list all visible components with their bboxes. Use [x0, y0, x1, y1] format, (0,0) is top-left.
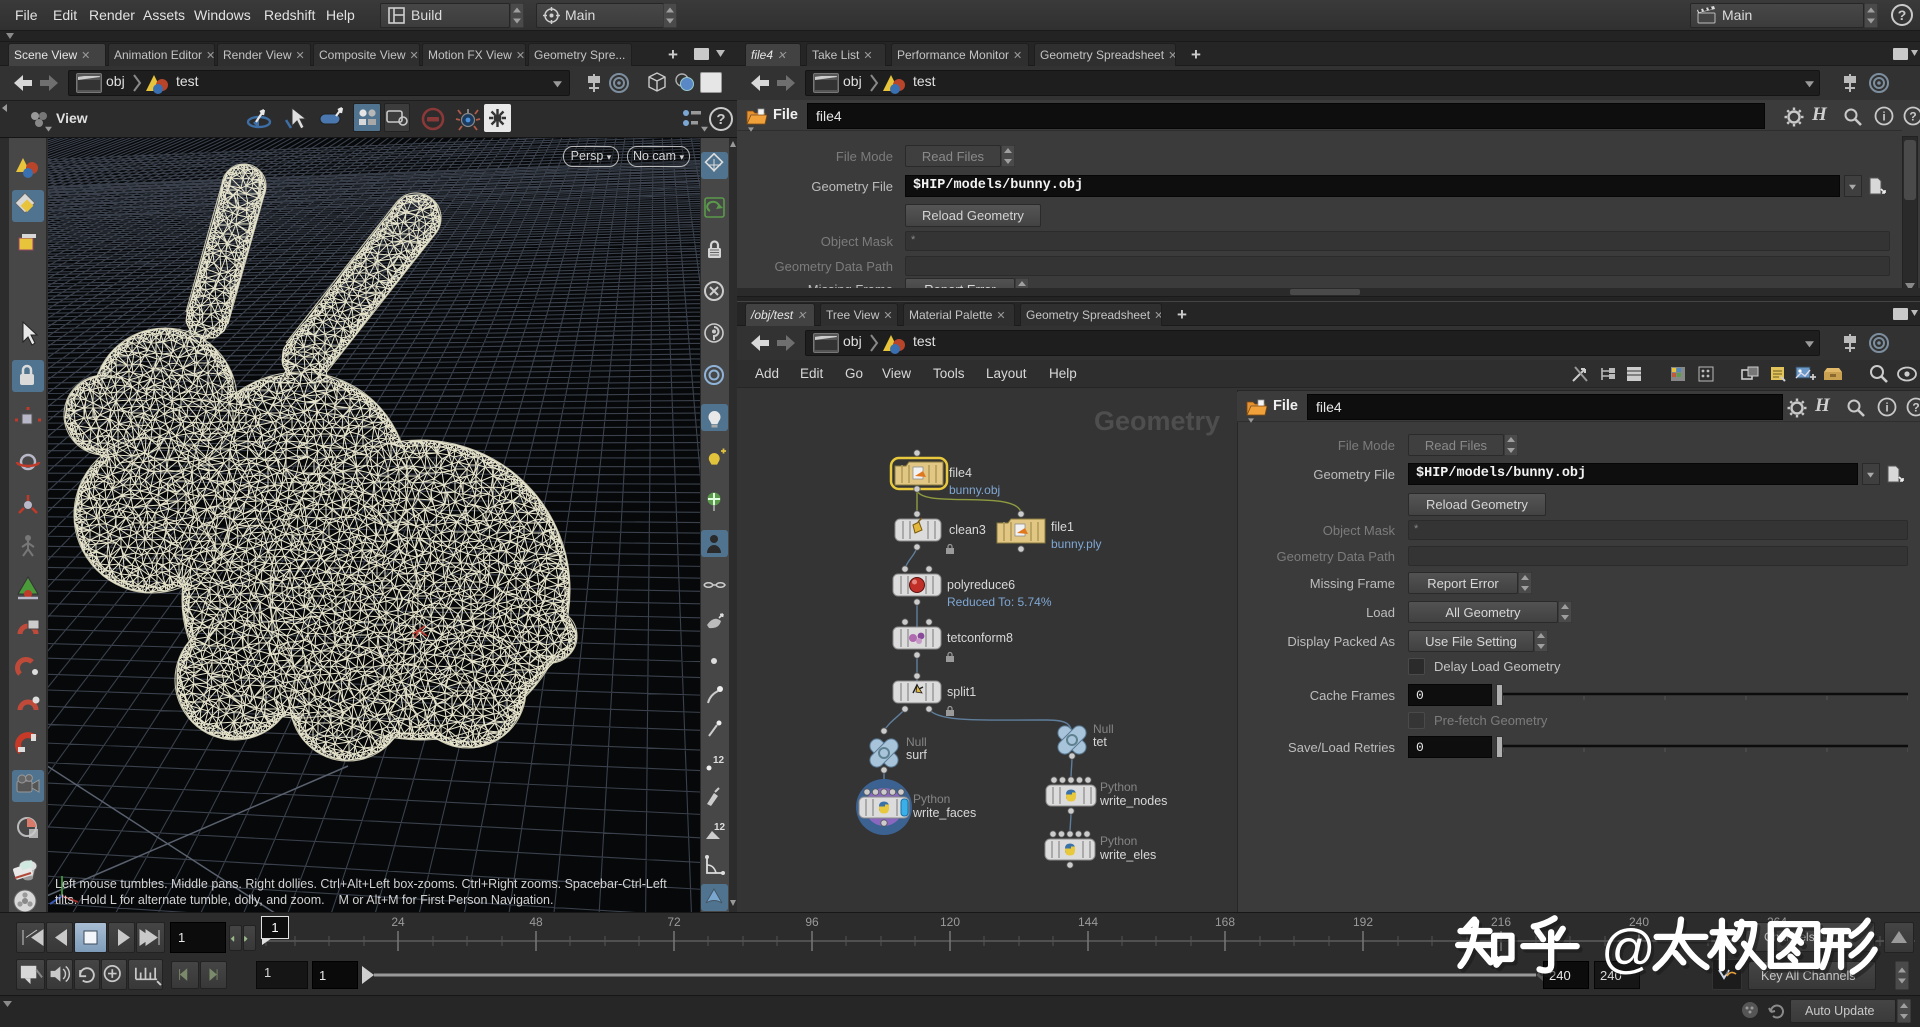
svg-text:file1: file1: [1051, 520, 1074, 534]
svg-text:?: ?: [1912, 401, 1919, 415]
svg-text:24: 24: [391, 915, 405, 929]
svg-text:Python: Python: [1100, 780, 1137, 794]
svg-text:polyreduce6: polyreduce6: [947, 578, 1015, 592]
svg-text:@: @: [1601, 919, 1656, 979]
svg-text:i: i: [1885, 401, 1888, 415]
svg-text:?: ?: [716, 111, 725, 128]
svg-text:?: ?: [1909, 110, 1916, 124]
svg-text:write_eles: write_eles: [1099, 848, 1156, 862]
svg-text:clean3: clean3: [949, 523, 986, 537]
svg-text:96: 96: [805, 915, 819, 929]
svg-text:12: 12: [714, 822, 726, 833]
svg-text:72: 72: [667, 915, 681, 929]
svg-text:48: 48: [529, 915, 543, 929]
svg-text:Null: Null: [906, 735, 927, 749]
svg-text:split1: split1: [947, 685, 976, 699]
svg-text:bunny.ply: bunny.ply: [1051, 537, 1101, 551]
svg-text:120: 120: [940, 915, 960, 929]
svg-text:file4: file4: [949, 466, 972, 480]
svg-text:Python: Python: [1100, 834, 1137, 848]
svg-text:surf: surf: [906, 748, 927, 762]
svg-text:?: ?: [1898, 7, 1907, 23]
svg-text:write_faces: write_faces: [912, 806, 976, 820]
svg-text:write_nodes: write_nodes: [1099, 794, 1167, 808]
svg-text:12: 12: [713, 755, 725, 766]
svg-text:Null: Null: [1093, 722, 1114, 736]
svg-text:192: 192: [1353, 915, 1373, 929]
svg-text:168: 168: [1215, 915, 1235, 929]
svg-text:Reduced To: 5.74%: Reduced To: 5.74%: [947, 595, 1052, 609]
svg-text:bunny.obj: bunny.obj: [949, 483, 1000, 497]
svg-text:i: i: [1882, 110, 1885, 124]
svg-text:tet: tet: [1093, 735, 1107, 749]
svg-text:Python: Python: [913, 792, 950, 806]
svg-text:tetconform8: tetconform8: [947, 631, 1013, 645]
svg-text:144: 144: [1078, 915, 1098, 929]
